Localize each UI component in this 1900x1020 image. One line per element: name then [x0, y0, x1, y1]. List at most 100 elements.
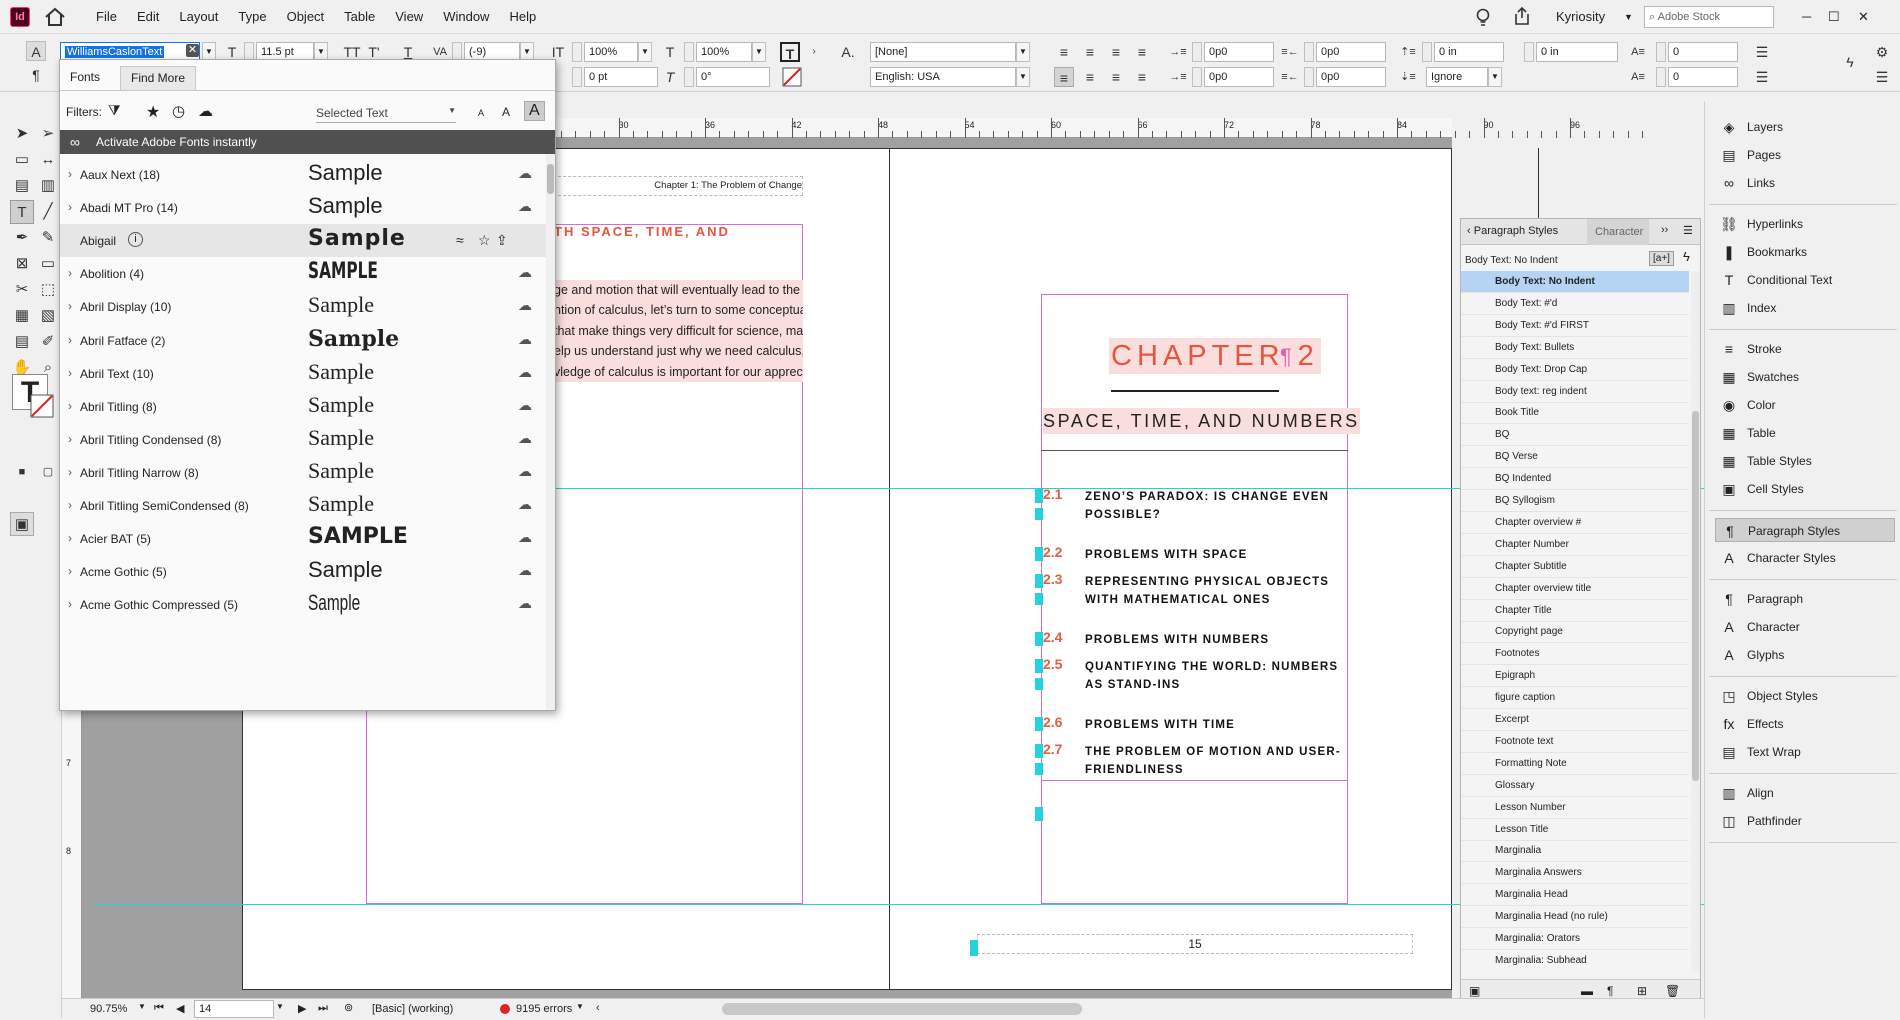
left-body-text[interactable]: ge and motion that will eventually lead … [554, 280, 803, 383]
dock-item-layers[interactable]: ◈ Layers [1715, 115, 1895, 139]
paragraph-style-item[interactable]: Epigraph [1461, 665, 1689, 688]
vertical-scale-dropdown[interactable]: ▼ [638, 42, 652, 62]
paragraph-style-item[interactable]: Body text: reg indent [1461, 381, 1689, 403]
paragraph-style-item[interactable]: Body Text: Bullets [1461, 337, 1689, 359]
horizontal-scale-field[interactable]: 100% [696, 42, 752, 62]
paragraph-style-item[interactable]: Footnote text [1461, 731, 1689, 753]
space-after-field[interactable]: 0 in [1536, 42, 1618, 62]
paragraph-style-item[interactable]: BQ Indented [1461, 468, 1689, 491]
vertical-scale-field[interactable]: 100% [584, 42, 638, 62]
paragraph-style-item[interactable]: Chapter overview # [1461, 512, 1689, 534]
dock-item-glyphs[interactable]: A Glyphs [1715, 643, 1895, 667]
paragraph-style-item[interactable]: Lesson Number [1461, 797, 1689, 819]
paragraph-style-item[interactable]: figure caption [1461, 687, 1689, 710]
favorite-star-icon[interactable]: ☆ [478, 232, 491, 249]
gradient-swatch-tool-icon[interactable]: ▦ [10, 304, 34, 328]
menu-help[interactable]: Help [499, 0, 546, 34]
toc-entry[interactable]: THE PROBLEM OF MOTION AND USER- [1085, 743, 1341, 761]
paragraph-style-item[interactable]: Body Text: No Indent [1461, 271, 1689, 293]
menu-object[interactable]: Object [277, 0, 335, 34]
cloud-icon[interactable]: ☁ [518, 463, 532, 480]
trash-icon[interactable]: 🗑 [1665, 984, 1680, 998]
paragraph-style-item[interactable]: Glossary [1461, 775, 1689, 797]
styles-scrollbar[interactable] [1691, 271, 1700, 971]
font-row[interactable]: › Abril Display (10) Sample ☁ [60, 290, 546, 323]
chevron-right-icon[interactable]: › [68, 200, 72, 214]
adobe-stock-search[interactable]: ⌕ Adobe Stock [1644, 6, 1774, 28]
right-indent-field[interactable]: 0p0 [1316, 42, 1386, 62]
share-icon[interactable] [1512, 6, 1532, 26]
free-transform-tool-icon[interactable]: ⬚ [36, 278, 60, 302]
zoom-level[interactable]: 90.75% [90, 1003, 127, 1015]
first-line-indent-field[interactable]: 0p0 [1204, 67, 1274, 87]
dock-item-character[interactable]: A Character [1715, 615, 1895, 639]
cloud-icon[interactable]: ☁ [518, 496, 532, 513]
default-fill-icon[interactable]: ■ [10, 460, 34, 484]
paragraph-style-item[interactable]: Chapter Subtitle [1461, 556, 1689, 578]
toc-entry[interactable]: PROBLEMS WITH TIME [1085, 716, 1235, 734]
baseline-shift-field[interactable]: 0 pt [584, 67, 658, 87]
gear-icon[interactable]: ⚙ [1872, 42, 1892, 62]
tab-paragraph-styles[interactable]: ‹ Paragraph Styles [1467, 225, 1558, 237]
font-row[interactable]: › Abril Titling Condensed (8) Sample ☁ [60, 423, 546, 456]
filter-icon[interactable]: ⧩ [108, 102, 121, 119]
left-indent-field[interactable]: 0p0 [1204, 42, 1274, 62]
error-count[interactable]: 9195 errors [516, 1003, 572, 1015]
cloud-icon[interactable]: ☁ [518, 562, 532, 579]
menu-window[interactable]: Window [433, 0, 499, 34]
paragraph-style-item[interactable]: Marginalia Answers [1461, 862, 1689, 885]
font-row[interactable]: › Abril Text (10) Sample ☁ [60, 357, 546, 390]
font-row[interactable]: › Abolition (4) SAMPLE ☁ [60, 257, 546, 290]
dock-item-conditional-text[interactable]: T Conditional Text [1715, 268, 1895, 292]
type-tool-icon[interactable]: T [10, 200, 34, 224]
panel-menu-icon[interactable]: ☰ [1683, 224, 1693, 237]
paragraph-style-item[interactable]: Marginalia: Orators [1461, 928, 1689, 950]
toc-entry[interactable]: ZENO’S PARADOX: IS CHANGE EVEN [1085, 488, 1329, 506]
dock-item-stroke[interactable]: ≡ Stroke [1715, 337, 1895, 361]
user-name[interactable]: Kyriosity [1556, 5, 1605, 29]
dock-item-cell-styles[interactable]: ▣ Cell Styles [1715, 477, 1895, 501]
preview-text-select[interactable]: Selected Text ▼ [316, 106, 456, 123]
dock-item-bookmarks[interactable]: ❚ Bookmarks [1715, 240, 1895, 264]
chevron-down-icon[interactable]: ▼ [1624, 5, 1633, 29]
preflight-dropdown-icon[interactable]: ▼ [576, 1002, 584, 1011]
last-line-indent-field[interactable]: 0p0 [1316, 67, 1386, 87]
font-row[interactable]: › Aaux Next (18) Sample ☁ [60, 158, 546, 191]
font-row[interactable]: › Abril Titling (8) Sample ☁ [60, 390, 546, 423]
paragraph-style-item[interactable]: Marginalia Head (no rule) [1461, 906, 1689, 929]
similar-fonts-icon[interactable]: ≈ [456, 232, 464, 248]
cloud-icon[interactable]: ☁ [518, 198, 532, 215]
space-after-stepper[interactable] [1524, 42, 1534, 62]
font-list-scrollbar[interactable] [546, 154, 555, 710]
cloud-icon[interactable]: ☁ [518, 397, 532, 414]
tab-find-more[interactable]: Find More [120, 66, 197, 90]
align-to-grid-dropdown[interactable]: ▼ [1488, 67, 1502, 87]
toc-entry[interactable]: WITH MATHEMATICAL ONES [1085, 591, 1270, 609]
dock-item-effects[interactable]: fx Effects [1715, 712, 1895, 736]
scissors-tool-icon[interactable]: ✂ [10, 278, 34, 302]
chapter-toc[interactable]: 2.1 ZENO’S PARADOX: IS CHANGE EVEN POSSIBL… [1035, 486, 1345, 821]
dock-item-color[interactable]: ◉ Color [1715, 393, 1895, 417]
paragraph-style-item[interactable]: BQ Syllogism [1461, 490, 1689, 512]
previous-page-icon[interactable]: ◀ [176, 1002, 184, 1015]
align-to-grid-field[interactable]: Ignore [1426, 67, 1488, 87]
paragraph-style-item[interactable]: Marginalia [1461, 840, 1689, 863]
numbering-icon[interactable]: ☰ [1752, 67, 1772, 87]
quick-apply-icon[interactable]: ϟ [1683, 249, 1690, 264]
drop-cap-lines-field[interactable]: 0 [1668, 42, 1738, 62]
info-icon[interactable]: i [128, 232, 143, 248]
dock-item-links[interactable]: ∞ Links [1715, 171, 1895, 195]
toc-entry[interactable]: QUANTIFYING THE WORLD: NUMBERS [1085, 658, 1338, 676]
toc-entry[interactable]: REPRESENTING PHYSICAL OBJECTS [1085, 573, 1329, 591]
chevron-right-icon[interactable]: › [68, 597, 72, 611]
rectangle-tool-icon[interactable]: ▭ [36, 252, 60, 276]
paragraph-style-item[interactable]: Marginalia Head [1461, 884, 1689, 907]
align-center-icon[interactable]: ≡ [1080, 42, 1100, 62]
tab-fonts[interactable]: Fonts [70, 70, 100, 84]
menu-layout[interactable]: Layout [169, 0, 228, 34]
space-before-stepper[interactable] [1422, 42, 1432, 62]
cloud-icon[interactable]: ☁ [518, 595, 532, 612]
align-left-icon[interactable]: ≡ [1054, 42, 1074, 62]
cloud-icon[interactable]: ☁ [518, 364, 532, 381]
paragraph-style-item[interactable]: Chapter Number [1461, 534, 1689, 556]
